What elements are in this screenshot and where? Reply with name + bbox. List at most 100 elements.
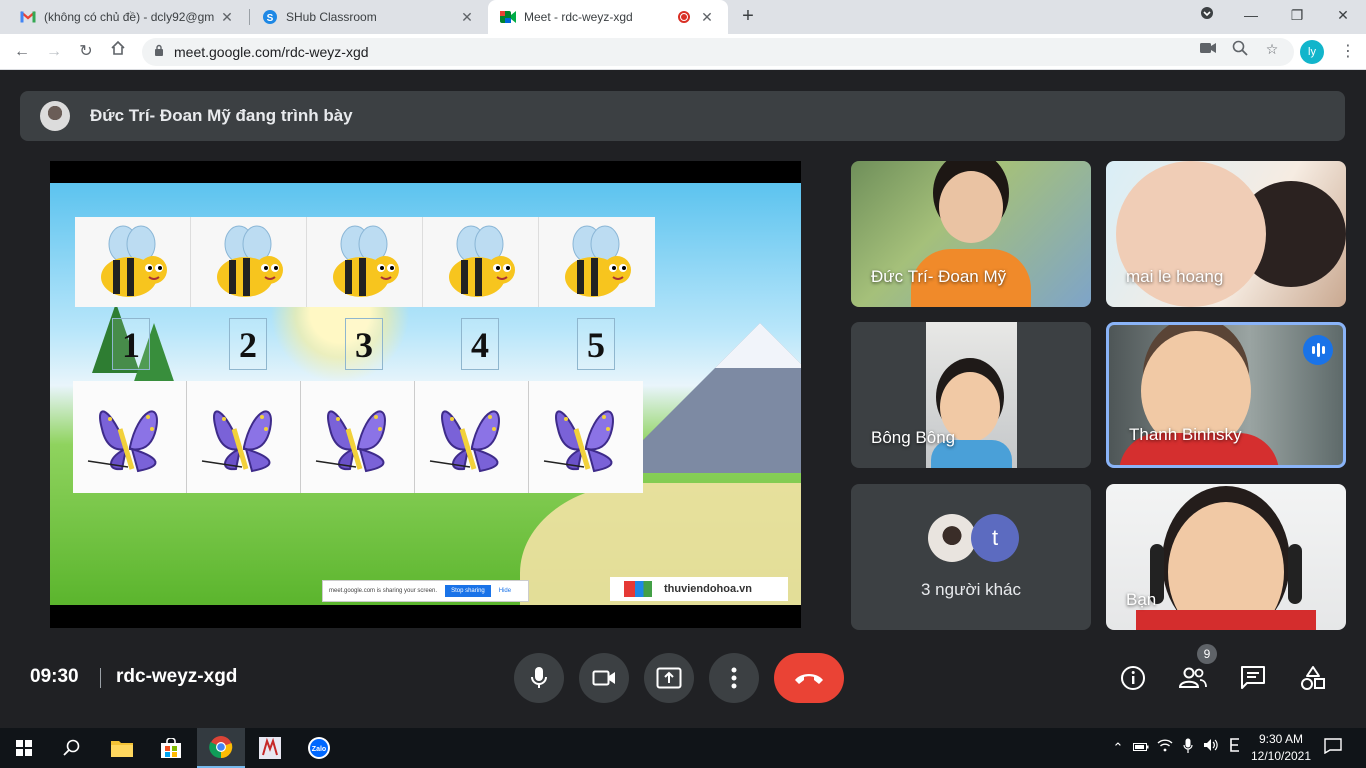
participants-button[interactable] (1175, 660, 1211, 696)
butterfly-card[interactable] (415, 381, 529, 493)
forward-button[interactable]: → (42, 40, 66, 64)
meet-icon (500, 9, 516, 25)
back-button[interactable]: ← (10, 40, 34, 64)
tab-shub-classroom[interactable]: S SHub Classroom ✕ (250, 0, 488, 34)
bee-card[interactable] (75, 217, 191, 307)
chrome-button[interactable] (197, 728, 245, 768)
zoom-icon[interactable] (1231, 40, 1249, 58)
butterfly-card[interactable] (187, 381, 301, 493)
bee-icon (565, 225, 631, 297)
microphone-button[interactable] (514, 653, 564, 703)
browser-toolbar: ← → ↻ meet.google.com/rdc-weyz-xgd ☆ ly … (0, 34, 1366, 70)
reload-button[interactable]: ↻ (74, 40, 98, 64)
participant-count-badge: 9 (1197, 644, 1217, 664)
headphones-graphic (1288, 544, 1302, 604)
bee-card[interactable] (539, 217, 655, 307)
presenting-text: Đức Trí- Đoan Mỹ đang trình bày (90, 106, 353, 125)
butterfly-icon (201, 410, 272, 473)
camera-in-use-icon[interactable] (1199, 40, 1217, 58)
camera-button[interactable] (579, 653, 629, 703)
more-options-button[interactable] (709, 653, 759, 703)
hide-button[interactable]: Hide (499, 588, 511, 594)
shub-icon: S (262, 9, 278, 25)
tab-title: SHub Classroom (286, 10, 377, 24)
maximize-button[interactable]: ❐ (1274, 0, 1320, 30)
butterfly-icon (543, 410, 614, 473)
battery-icon[interactable] (1131, 738, 1151, 758)
bookmark-star-icon[interactable]: ☆ (1263, 40, 1281, 58)
participant-name: mai le hoang (1126, 267, 1224, 286)
close-tab-icon[interactable]: ✕ (698, 9, 716, 26)
leave-call-button[interactable] (774, 653, 844, 703)
input-language-icon[interactable] (1225, 738, 1245, 758)
meeting-details-button[interactable] (1115, 660, 1151, 696)
people-icon (1178, 667, 1207, 688)
close-tab-icon[interactable]: ✕ (458, 9, 476, 26)
present-screen-icon (656, 667, 682, 689)
home-button[interactable] (106, 40, 130, 64)
notification-center-icon[interactable] (1323, 738, 1343, 758)
thuviendohoa-logo-icon (624, 581, 652, 597)
presenter-avatar (40, 101, 70, 131)
participant-tile[interactable]: Bạn (1106, 484, 1346, 630)
app-button[interactable] (246, 728, 294, 768)
number-box[interactable]: 5 (577, 318, 615, 370)
browser-menu-icon[interactable]: ⋮ (1336, 40, 1360, 64)
butterfly-icon (429, 410, 500, 473)
number-box[interactable]: 3 (345, 318, 383, 370)
butterfly-card[interactable] (73, 381, 187, 493)
participant-name: Thanh Binhsky (1129, 425, 1242, 444)
search-icon (63, 739, 80, 756)
store-button[interactable] (147, 728, 195, 768)
taskbar-clock[interactable]: 9:30 AM 12/10/2021 (1250, 731, 1312, 765)
tab-meet[interactable]: Meet - rdc-weyz-xgd ✕ (488, 0, 728, 34)
file-explorer-button[interactable] (98, 728, 146, 768)
participant-tile-speaking[interactable]: Thanh Binhsky (1106, 322, 1346, 468)
new-tab-button[interactable]: + (736, 4, 760, 28)
present-screen-button[interactable] (644, 653, 694, 703)
meeting-code[interactable]: rdc-weyz-xgd (116, 666, 237, 688)
participant-tile[interactable]: Đức Trí- Đoan Mỹ (851, 161, 1091, 307)
close-window-button[interactable]: ✕ (1320, 0, 1366, 30)
start-button[interactable] (0, 728, 48, 768)
zalo-icon: Zalo (308, 737, 330, 759)
tab-title: (không có chủ đề) - dcly92@gm (44, 10, 215, 24)
meeting-time: 09:30 (30, 666, 79, 687)
end-call-icon (795, 674, 823, 684)
number-box[interactable]: 1 (112, 318, 150, 370)
show-hidden-icons[interactable]: ⌃ (1108, 738, 1128, 758)
bee-card[interactable] (307, 217, 423, 307)
tab-search-icon[interactable] (1184, 0, 1230, 30)
participant-name: Bạn (1126, 590, 1157, 609)
close-tab-icon[interactable]: ✕ (218, 9, 236, 26)
activities-button[interactable] (1295, 660, 1331, 696)
participant-avatar: t (971, 514, 1019, 562)
wifi-icon[interactable] (1155, 738, 1175, 758)
chat-button[interactable] (1235, 660, 1271, 696)
lock-icon[interactable] (154, 43, 164, 61)
butterfly-card[interactable] (529, 381, 643, 493)
chat-icon (1241, 666, 1265, 689)
bee-card[interactable] (191, 217, 307, 307)
windows-taskbar: Zalo ⌃ 9:30 AM 12/10/2021 (0, 728, 1366, 768)
participant-tile[interactable]: mai le hoang (1106, 161, 1346, 307)
watermark: thuviendohoa.vn (610, 577, 788, 601)
activities-icon (1301, 666, 1325, 690)
zalo-button[interactable]: Zalo (295, 728, 343, 768)
minimize-button[interactable]: — (1228, 0, 1274, 30)
participant-tile[interactable]: Bông Bông (851, 322, 1091, 468)
microphone-tray-icon[interactable] (1178, 738, 1198, 758)
info-icon (1121, 666, 1145, 690)
bee-card[interactable] (423, 217, 539, 307)
butterfly-card[interactable] (301, 381, 415, 493)
profile-avatar[interactable]: ly (1300, 40, 1324, 64)
stop-sharing-button[interactable]: Stop sharing (445, 585, 491, 597)
number-box[interactable]: 4 (461, 318, 499, 370)
address-bar[interactable]: meet.google.com/rdc-weyz-xgd (142, 38, 1294, 66)
search-button[interactable] (48, 728, 96, 768)
butterfly-icon (87, 410, 158, 473)
number-box[interactable]: 2 (229, 318, 267, 370)
volume-icon[interactable] (1201, 738, 1221, 758)
others-tile[interactable]: t 3 người khác (851, 484, 1091, 630)
tab-gmail[interactable]: (không có chủ đề) - dcly92@gm ✕ (8, 0, 248, 34)
